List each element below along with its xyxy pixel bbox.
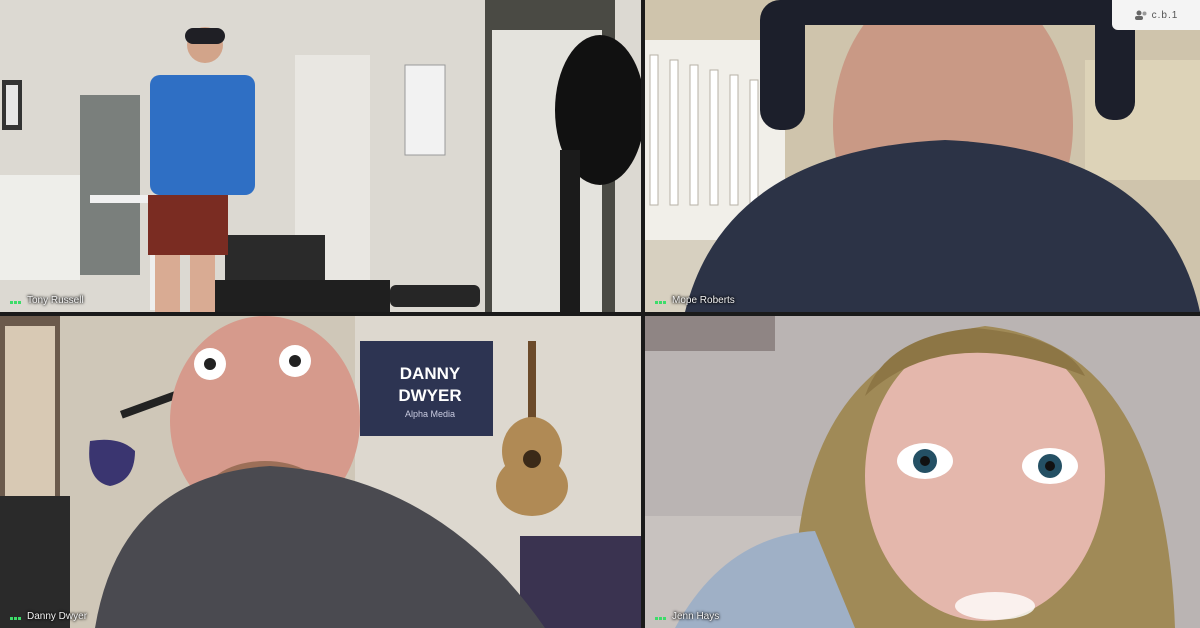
audio-indicator-icon xyxy=(10,298,21,304)
video-feed: DANNY DWYER Alpha Media xyxy=(0,316,641,628)
participant-name: Jenn Hays xyxy=(672,611,720,622)
video-feed xyxy=(645,316,1200,628)
banner-line-1: DANNY xyxy=(400,364,461,383)
participant-name: Danny Dwyer xyxy=(27,611,88,622)
corner-badge: c.b.1 xyxy=(1112,0,1200,30)
participant-name: Mope Roberts xyxy=(672,295,735,306)
video-tile-tony-russell[interactable]: Tony Russell xyxy=(0,0,641,312)
banner-line-3: Alpha Media xyxy=(405,409,455,419)
participant-name-tag: Tony Russell xyxy=(10,295,84,306)
participant-name-tag: Danny Dwyer xyxy=(10,611,87,622)
audio-indicator-icon xyxy=(655,298,666,304)
participant-name: Tony Russell xyxy=(27,295,84,306)
video-feed xyxy=(645,0,1200,312)
participants-icon xyxy=(1134,10,1147,20)
participant-name-tag: Jenn Hays xyxy=(655,611,719,622)
audio-indicator-icon xyxy=(10,614,21,620)
banner-line-2: DWYER xyxy=(398,386,461,405)
video-tile-danny-dwyer[interactable]: DANNY DWYER Alpha Media Danny Dwyer xyxy=(0,316,641,628)
corner-badge-text: c.b.1 xyxy=(1151,9,1179,21)
participant-name-tag: Mope Roberts xyxy=(655,295,735,306)
audio-indicator-icon xyxy=(655,614,666,620)
video-grid: Tony Russell c.b.1 Mope Roberts DANNY DW… xyxy=(0,0,1200,628)
video-tile-mope-roberts[interactable]: c.b.1 Mope Roberts xyxy=(645,0,1200,312)
video-feed xyxy=(0,0,641,312)
video-tile-jenn-hays[interactable]: Jenn Hays xyxy=(645,316,1200,628)
